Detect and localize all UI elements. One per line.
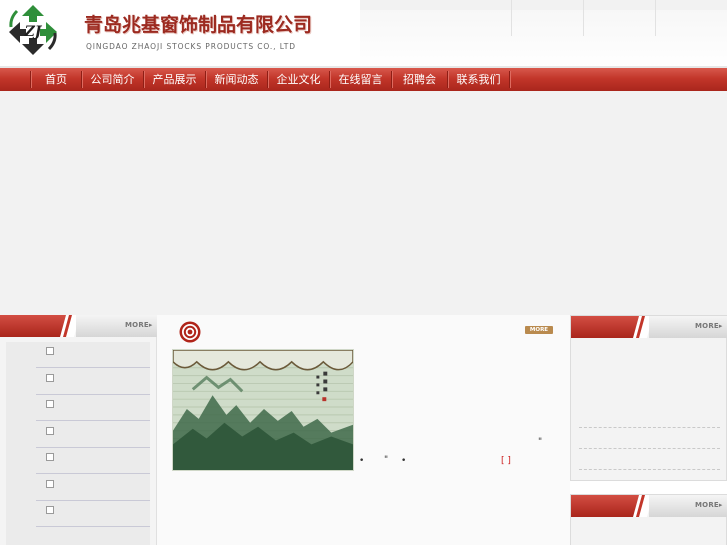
category-item[interactable]	[36, 475, 150, 501]
intro-more-link[interactable]: [ ]	[501, 456, 511, 466]
nav-item-jobs[interactable]: 招聘会	[392, 68, 447, 91]
news-box-header: MORE▸	[571, 316, 727, 338]
checkbox-icon	[46, 480, 54, 488]
header-red-block	[571, 316, 639, 338]
news-divider	[579, 427, 720, 428]
nav-item-message[interactable]: 在线留言	[330, 68, 391, 91]
more-arrow-icon: ▸	[718, 322, 723, 330]
intro-bullet: •	[401, 456, 407, 466]
category-item[interactable]	[36, 395, 150, 421]
company-intro-section: MORE " • " • []	[157, 315, 570, 545]
category-list	[6, 342, 150, 545]
header-fade	[360, 10, 727, 68]
checkbox-icon	[46, 400, 54, 408]
logo-text: ZJ	[24, 24, 43, 40]
checkbox-icon	[46, 506, 54, 514]
nav-item-home[interactable]: 首页	[31, 68, 81, 91]
banner-area	[0, 91, 727, 315]
company-logo-icon[interactable]: ZJ	[4, 2, 62, 58]
intro-quote-mark: "	[384, 455, 389, 465]
header-red-block	[571, 495, 639, 517]
more-arrow-icon: ▸	[718, 501, 723, 509]
category-item[interactable]	[36, 369, 150, 395]
left-category-panel: MORE▸	[0, 315, 157, 545]
category-item[interactable]	[36, 422, 150, 448]
target-icon	[179, 321, 201, 343]
checkbox-icon	[46, 427, 54, 435]
nav-item-culture[interactable]: 企业文化	[268, 68, 329, 91]
header-divider	[511, 0, 512, 36]
checkbox-icon	[46, 347, 54, 355]
category-item[interactable]	[36, 342, 150, 368]
site-header: ZJ 青岛兆基窗饰制品有限公司 QINGDAO ZHAOJI STOCKS PR…	[0, 0, 727, 68]
news-box: MORE▸	[570, 315, 727, 481]
more-label: MORE	[125, 321, 149, 329]
more-link[interactable]: MORE▸	[695, 322, 723, 330]
main-nav: 首页 公司简介 产品展示 新闻动态 企业文化 在线留言 招聘会 联系我们	[0, 68, 727, 91]
header-divider	[655, 0, 656, 36]
header-red-block	[0, 315, 66, 337]
news-divider	[579, 469, 720, 470]
page: ZJ 青岛兆基窗饰制品有限公司 QINGDAO ZHAOJI STOCKS PR…	[0, 0, 727, 545]
more-link[interactable]: MORE▸	[125, 321, 153, 329]
checkbox-icon	[46, 374, 54, 382]
contact-box: MORE▸	[570, 494, 727, 545]
header-divider	[583, 0, 584, 36]
category-panel-header: MORE▸	[0, 315, 157, 337]
nav-item-news[interactable]: 新闻动态	[206, 68, 267, 91]
landscape-painting-image[interactable]	[172, 349, 354, 471]
nav-item-contact[interactable]: 联系我们	[448, 68, 509, 91]
more-link[interactable]: MORE▸	[695, 501, 723, 509]
more-label: MORE	[695, 322, 719, 330]
contact-box-header: MORE▸	[571, 495, 727, 517]
nav-item-products[interactable]: 产品展示	[144, 68, 205, 91]
center-more-button[interactable]: MORE	[525, 326, 553, 334]
more-label: MORE	[695, 501, 719, 509]
category-item[interactable]	[36, 501, 150, 527]
header-top-band	[360, 0, 727, 10]
nav-separator	[509, 71, 510, 88]
more-arrow-icon: ▸	[148, 321, 153, 329]
company-name: 青岛兆基窗饰制品有限公司	[84, 14, 313, 36]
news-divider	[579, 448, 720, 449]
nav-item-about[interactable]: 公司简介	[82, 68, 143, 91]
category-item[interactable]	[36, 448, 150, 474]
right-sidebar: MORE▸ MORE▸	[570, 315, 727, 545]
intro-bullet: •	[359, 456, 365, 466]
checkbox-icon	[46, 453, 54, 461]
company-name-english: QINGDAO ZHAOJI STOCKS PRODUCTS CO., LTD	[86, 42, 296, 51]
intro-quote-mark: "	[538, 437, 543, 447]
